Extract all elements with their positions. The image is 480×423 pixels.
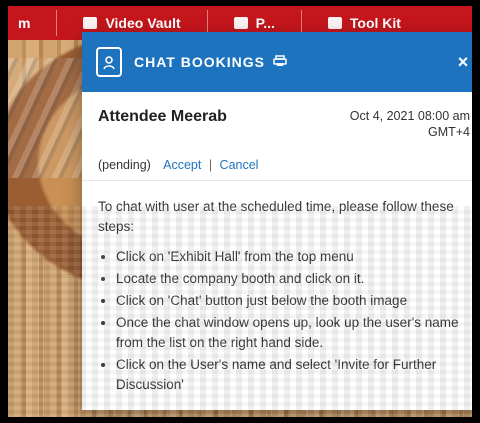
contact-book-icon [96, 47, 122, 77]
toolkit-icon [327, 17, 342, 29]
actions-separator: | [208, 158, 213, 172]
top-nav-item-partial[interactable]: m [18, 15, 30, 31]
attendee-name: Attendee Meerab [98, 108, 227, 125]
modal-title-text: CHAT BOOKINGS [134, 54, 265, 70]
virtual-venue-background: m Video Vault P... Tool Kit CHAT BOOKING… [8, 6, 472, 417]
instruction-step: Click on 'Chat' button just below the bo… [116, 291, 470, 311]
cancel-link[interactable]: Cancel [220, 158, 259, 172]
accept-link[interactable]: Accept [163, 158, 201, 172]
booking-meta: Attendee Meerab Oct 4, 2021 08:00 am GMT… [82, 92, 472, 181]
top-nav-item-label: P... [255, 15, 275, 31]
top-nav-item-label: Tool Kit [349, 15, 401, 31]
booking-datetime: Oct 4, 2021 08:00 am GMT+4 [350, 108, 470, 140]
instruction-step: Once the chat window opens up, look up t… [116, 313, 470, 353]
booking-status: (pending) [98, 158, 151, 172]
instruction-step: Click on the User's name and select 'Inv… [116, 355, 470, 395]
chat-bookings-modal: CHAT BOOKINGS × Attendee Meerab Oct 4, 2… [82, 32, 472, 410]
print-icon[interactable] [273, 54, 287, 70]
instructions-steps: Click on 'Exhibit Hall' from the top men… [98, 247, 470, 395]
document-icon [233, 17, 248, 29]
modal-title: CHAT BOOKINGS [134, 54, 287, 70]
booking-instructions: To chat with user at the scheduled time,… [82, 181, 472, 395]
top-nav-item-tool-kit[interactable]: Tool Kit [327, 15, 401, 31]
booking-datetime-text: Oct 4, 2021 08:00 am [349, 109, 470, 123]
instructions-intro: To chat with user at the scheduled time,… [98, 199, 454, 234]
instruction-step: Locate the company booth and click on it… [116, 269, 470, 289]
screenshot-frame: m Video Vault P... Tool Kit CHAT BOOKING… [0, 0, 480, 423]
booking-meta-row: Attendee Meerab Oct 4, 2021 08:00 am GMT… [98, 108, 470, 140]
top-nav-item-partial-2[interactable]: P... [233, 15, 275, 31]
top-nav-item-video-vault[interactable]: Video Vault [83, 15, 181, 31]
booking-timezone: GMT+4 [427, 125, 470, 139]
instruction-step: Click on 'Exhibit Hall' from the top men… [116, 247, 470, 267]
close-icon[interactable]: × [454, 52, 472, 72]
top-nav-separator [56, 10, 58, 36]
modal-header: CHAT BOOKINGS × [82, 32, 472, 92]
top-nav-item-label: Video Vault [105, 15, 181, 31]
booking-status-line: (pending) Accept | Cancel [98, 158, 470, 172]
video-icon [83, 17, 98, 29]
top-nav-item-label: m [18, 15, 31, 31]
